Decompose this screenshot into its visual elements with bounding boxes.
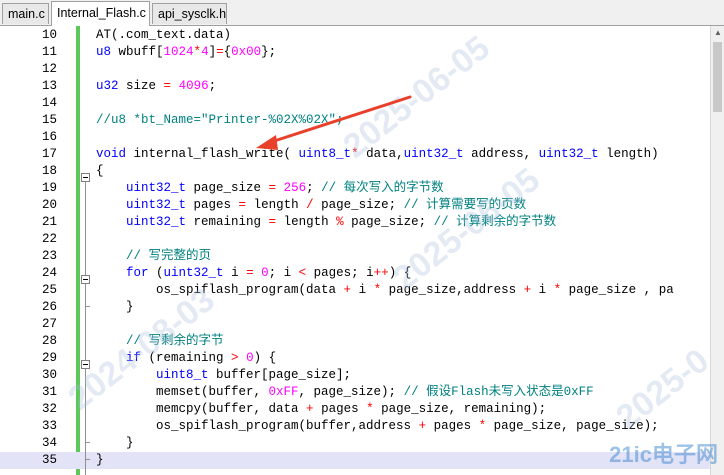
code-line[interactable]: 34 } [0, 435, 710, 452]
tab-main-c[interactable]: main.c [2, 3, 49, 24]
code-line[interactable]: 32 memcpy(buffer, data + pages * page_si… [0, 401, 710, 418]
scrollbar-thumb[interactable] [713, 42, 722, 112]
code-line[interactable]: 15 //u8 *bt_Name="Printer-%02X%02X"; [0, 112, 710, 129]
line-number: 26 [41, 300, 57, 314]
fold-toggle-for-loop[interactable] [81, 275, 90, 284]
line-number: 12 [41, 62, 57, 76]
fold-end-if-block [85, 442, 90, 443]
code-text[interactable]: } [96, 435, 134, 452]
code-text[interactable]: for (uint32_t i = 0; i < pages; i++) { [96, 265, 411, 282]
code-text[interactable]: if (remaining > 0) { [96, 350, 276, 367]
scroll-up-arrow-icon[interactable]: ▲ [711, 26, 724, 40]
code-text[interactable]: uint32_t pages = length / page_size; // … [96, 197, 526, 214]
line-number: 28 [41, 334, 57, 348]
code-line[interactable]: 11 u8 wbuff[1024*4]={0x00}; [0, 44, 710, 61]
code-text[interactable]: memset(buffer, 0xFF, page_size); // 假设Fl… [96, 384, 594, 401]
code-text[interactable]: u8 wbuff[1024*4]={0x00}; [96, 44, 276, 61]
code-line[interactable]: 16 [0, 129, 710, 146]
line-number: 17 [41, 147, 57, 161]
line-number: 11 [41, 45, 57, 59]
fold-guide-function [85, 182, 86, 475]
line-number: 13 [41, 79, 57, 93]
code-text[interactable]: u32 size = 4096; [96, 78, 216, 95]
code-line[interactable]: 29 if (remaining > 0) { [0, 350, 710, 367]
code-text[interactable]: { [96, 163, 104, 180]
code-line[interactable]: 23 // 写完整的页 [0, 248, 710, 265]
vertical-scrollbar[interactable]: ▲ [710, 26, 724, 475]
code-text[interactable]: os_spiflash_program(buffer,address + pag… [96, 418, 659, 435]
code-line[interactable]: 21 uint32_t remaining = length % page_si… [0, 214, 710, 231]
code-line[interactable]: 17 void internal_flash_write( uint8_t* da… [0, 146, 710, 163]
code-text[interactable]: memcpy(buffer, data + pages * page_size,… [96, 401, 546, 418]
code-line[interactable]: 14 [0, 95, 710, 112]
line-number: 35 [41, 453, 57, 467]
code-text[interactable]: } [96, 452, 104, 469]
fold-toggle-function[interactable] [81, 173, 90, 182]
code-line[interactable]: 24 for (uint32_t i = 0; i < pages; i++) … [0, 265, 710, 282]
line-number: 19 [41, 181, 57, 195]
line-number: 27 [41, 317, 57, 331]
line-number: 15 [41, 113, 57, 127]
code-text[interactable]: // 写完整的页 [96, 248, 211, 265]
line-number: 29 [41, 351, 57, 365]
code-line[interactable]: 31 memset(buffer, 0xFF, page_size); // 假… [0, 384, 710, 401]
line-number: 21 [41, 215, 57, 229]
code-line[interactable]: 30 uint8_t buffer[page_size]; [0, 367, 710, 384]
code-line[interactable]: 22 [0, 231, 710, 248]
line-number: 30 [41, 368, 57, 382]
code-line[interactable]: 26 } [0, 299, 710, 316]
tab-internal-flash-c[interactable]: Internal_Flash.c [51, 1, 150, 26]
line-number: 25 [41, 283, 57, 297]
line-number: 20 [41, 198, 57, 212]
code-line[interactable]: 33 os_spiflash_program(buffer,address + … [0, 418, 710, 435]
fold-end-function [85, 459, 90, 460]
line-number: 31 [41, 385, 57, 399]
code-line[interactable]: 19 uint32_t page_size = 256; // 每次写入的字节数 [0, 180, 710, 197]
code-line[interactable]: 10 AT(.com_text.data) [0, 27, 710, 44]
code-line[interactable]: 12 [0, 61, 710, 78]
line-number: 23 [41, 249, 57, 263]
code-line[interactable]: 18 { [0, 163, 710, 180]
fold-toggle-if-block[interactable] [81, 360, 90, 369]
code-text[interactable]: void internal_flash_write( uint8_t* data… [96, 146, 659, 163]
code-line[interactable]: 35} [0, 452, 710, 469]
code-line[interactable]: 13 u32 size = 4096; [0, 78, 710, 95]
line-number: 32 [41, 402, 57, 416]
code-text[interactable]: } [96, 299, 134, 316]
line-number: 10 [41, 28, 57, 42]
code-text[interactable]: os_spiflash_program(data + i * page_size… [96, 282, 674, 299]
line-number: 22 [41, 232, 57, 246]
code-editor[interactable]: 10 AT(.com_text.data) 11 u8 wbuff[1024*4]={… [0, 26, 710, 475]
code-line[interactable]: 28 // 写剩余的字节 [0, 333, 710, 350]
code-line[interactable]: 20 uint32_t pages = length / page_size; … [0, 197, 710, 214]
editor-tab-bar: main.c Internal_Flash.c api_sysclk.h [0, 0, 724, 26]
line-number: 18 [41, 164, 57, 178]
code-line[interactable]: 25 os_spiflash_program(data + i * page_s… [0, 282, 710, 299]
line-number: 16 [41, 130, 57, 144]
line-number: 14 [41, 96, 57, 110]
code-text[interactable]: //u8 *bt_Name="Printer-%02X%02X"; [96, 112, 344, 129]
code-text[interactable]: AT(.com_text.data) [96, 27, 231, 44]
code-text[interactable]: uint32_t remaining = length % page_size;… [96, 214, 556, 231]
line-number: 34 [41, 436, 57, 450]
line-number: 24 [41, 266, 57, 280]
code-text[interactable]: uint32_t page_size = 256; // 每次写入的字节数 [96, 180, 444, 197]
code-line[interactable]: 27 [0, 316, 710, 333]
code-text[interactable]: uint8_t buffer[page_size]; [96, 367, 351, 384]
code-text[interactable]: // 写剩余的字节 [96, 333, 224, 350]
fold-end-for-loop [85, 306, 90, 307]
tab-api-sysclk-h[interactable]: api_sysclk.h [152, 3, 227, 24]
line-number: 33 [41, 419, 57, 433]
